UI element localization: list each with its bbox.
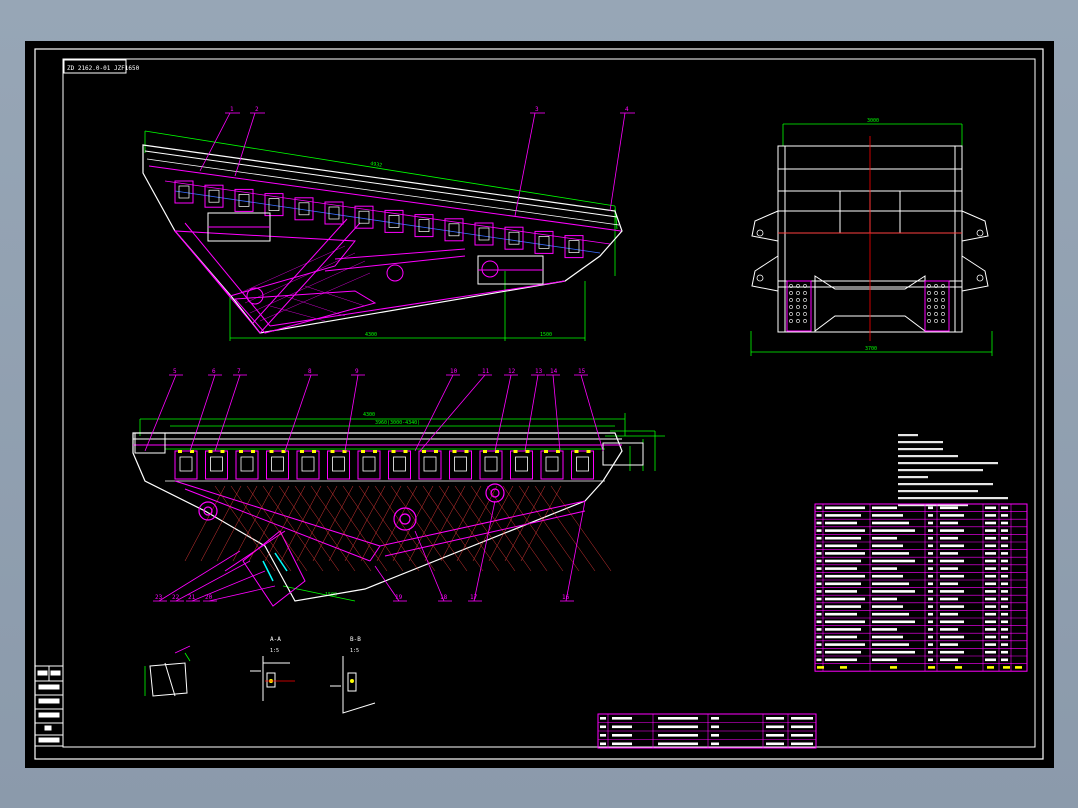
main-block	[357, 450, 381, 480]
balloon-3: 3	[535, 106, 539, 113]
balloon-17: 17	[470, 594, 478, 601]
main-block	[296, 450, 320, 480]
cad-application: ZD 2162.0-01 JZF1650 4932 4300 1500 1 2 …	[0, 0, 1078, 808]
balloons-bottom: 23 22 21 20 19 18 17 16	[155, 594, 570, 601]
drawing-code-box: ZD 2162.0-01 JZF1650	[63, 59, 140, 74]
svg-text:3000: 3000	[867, 118, 879, 124]
hatch-pattern	[184, 485, 612, 572]
balloon-11: 11	[482, 368, 490, 375]
balloons-mid: 5 6 7 8 9 10 11 12 13 14 15	[173, 368, 586, 375]
balloon-23: 23	[155, 594, 163, 601]
balloons-top: 1 2 3 4	[230, 106, 629, 113]
top-vibrator-blocks	[174, 180, 584, 259]
title-block	[597, 713, 817, 749]
main-block	[540, 450, 564, 480]
end-view: 3000 3700	[750, 118, 993, 356]
drawing-sheet: ZD 2162.0-01 JZF1650 4932 4300 1500 1 2 …	[34, 48, 1044, 760]
main-block	[235, 450, 259, 480]
main-block	[449, 450, 472, 480]
balloon-13: 13	[535, 368, 543, 375]
svg-text:4300: 4300	[365, 332, 377, 338]
section-b-scale: 1:5	[350, 648, 359, 654]
balloon-1: 1	[230, 106, 234, 113]
balloon-14: 14	[550, 368, 558, 375]
main-block	[571, 450, 594, 480]
balloon-4: 4	[625, 106, 629, 113]
main-block	[174, 450, 198, 480]
svg-text:4932: 4932	[370, 161, 383, 169]
main-block	[266, 450, 289, 480]
svg-text:1500: 1500	[540, 332, 552, 338]
section-a-label: A-A	[270, 636, 281, 643]
main-view: 4300 3960(3000-4340) 1500 5 6 7 8 9 10 1…	[132, 368, 665, 607]
balloon-22: 22	[172, 594, 180, 601]
left-stamp-column	[34, 665, 64, 747]
balloon-19: 19	[395, 594, 403, 601]
drawing-code: ZD 2162.0-01 JZF1650	[67, 65, 140, 72]
balloon-2: 2	[255, 106, 259, 113]
balloon-9: 9	[355, 368, 359, 375]
main-block	[327, 450, 350, 480]
balloon-12: 12	[508, 368, 516, 375]
main-block	[510, 450, 533, 480]
section-b-label: B-B	[350, 636, 361, 643]
svg-text:4300: 4300	[363, 412, 375, 418]
drawing-viewport[interactable]: ZD 2162.0-01 JZF1650 4932 4300 1500 1 2 …	[25, 41, 1054, 768]
main-block	[479, 450, 503, 480]
balloon-21: 21	[188, 594, 196, 601]
technical-notes	[898, 434, 1008, 507]
balloon-6: 6	[212, 368, 216, 375]
section-a-scale: 1:5	[270, 648, 279, 654]
balloon-18: 18	[440, 594, 448, 601]
side-view-top: 4932 4300 1500 1 2 3 4	[142, 106, 635, 341]
parts-list-table	[814, 503, 1028, 672]
balloon-20: 20	[205, 594, 213, 601]
balloon-7: 7	[237, 368, 241, 375]
balloon-15: 15	[578, 368, 586, 375]
balloon-8: 8	[308, 368, 312, 375]
balloon-5: 5	[173, 368, 177, 375]
main-block	[418, 450, 442, 480]
section-details: A-A 1:5 B-B 1:5	[144, 636, 376, 714]
main-block	[388, 450, 411, 480]
svg-text:3700: 3700	[865, 346, 877, 352]
balloon-16: 16	[562, 594, 570, 601]
balloon-10: 10	[450, 368, 458, 375]
main-block	[205, 450, 228, 480]
svg-text:3960(3000-4340): 3960(3000-4340)	[375, 420, 420, 426]
main-vibrator-blocks	[174, 450, 594, 480]
